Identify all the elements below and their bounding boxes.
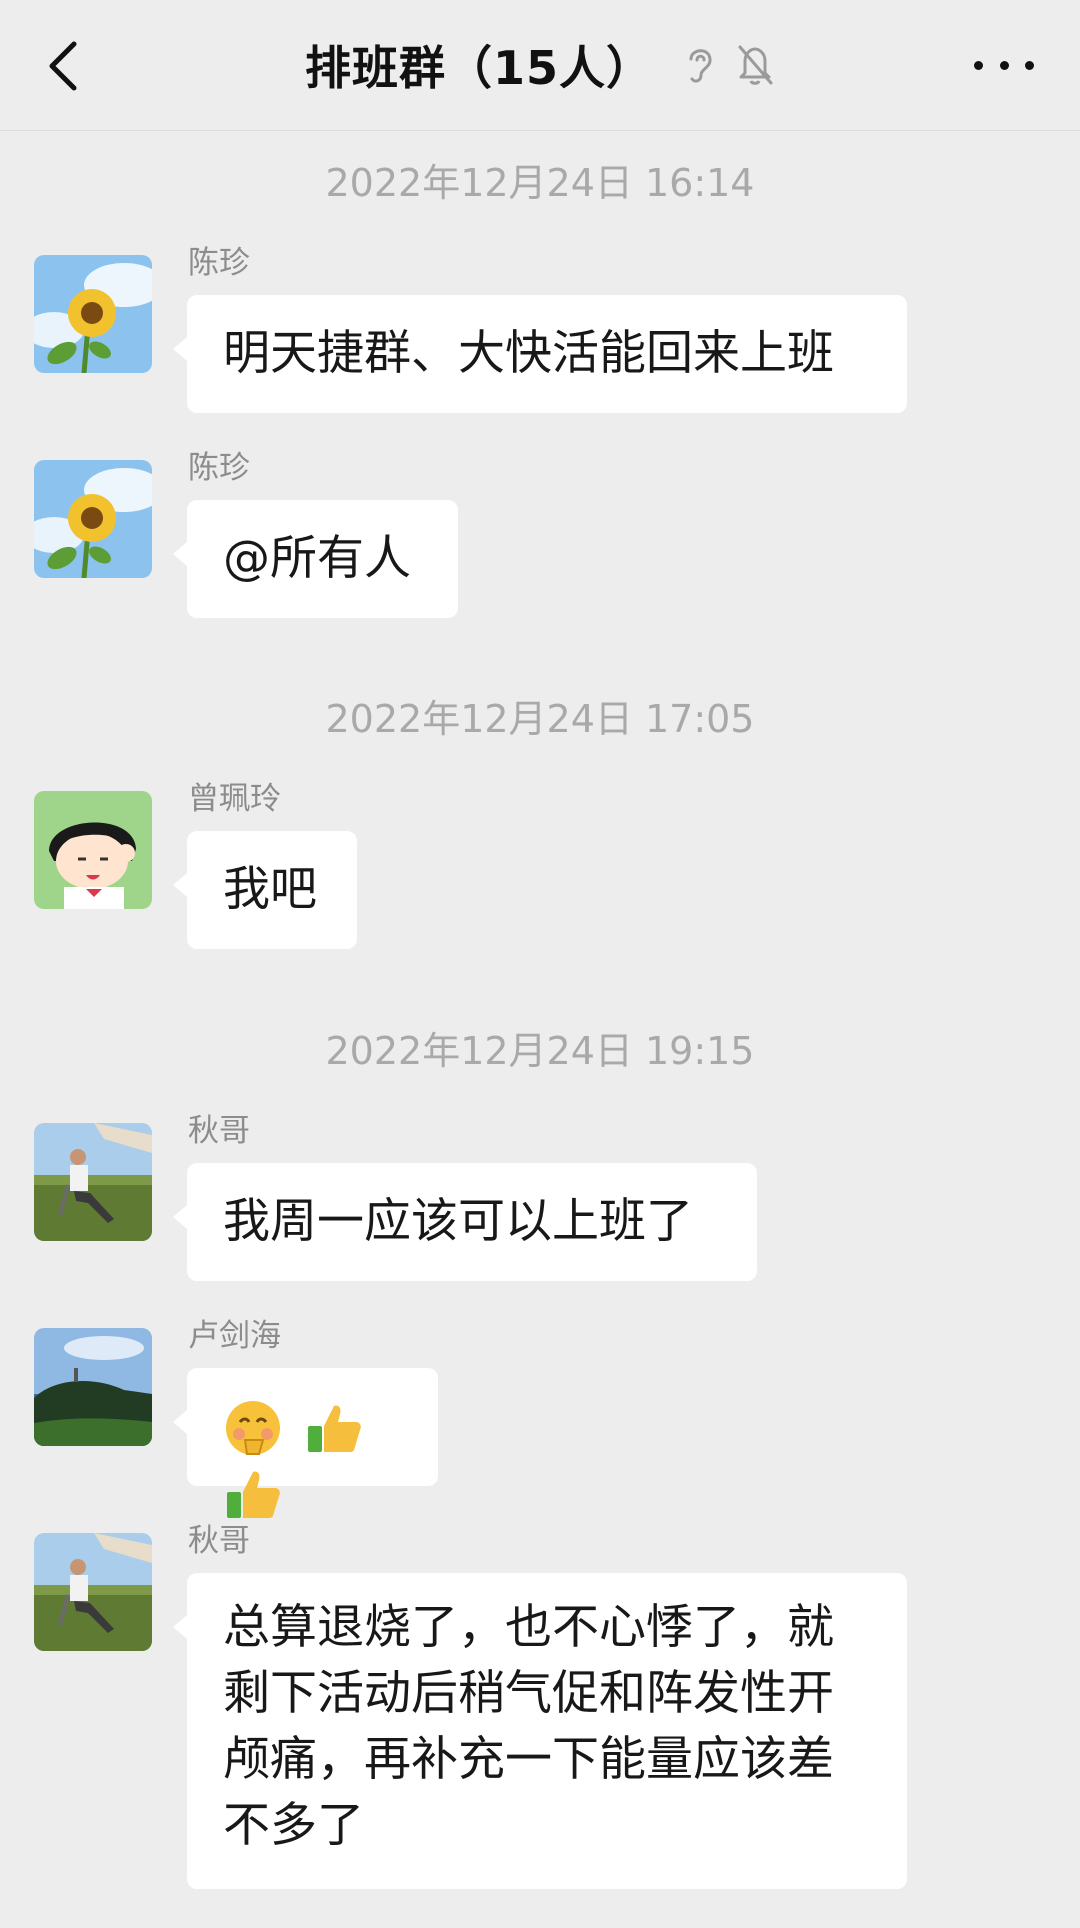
message-bubble[interactable]: @所有人: [173, 500, 458, 618]
sender-name: 秋哥: [188, 1523, 250, 1559]
message-bubble[interactable]: [173, 1368, 438, 1518]
message-bubble[interactable]: 我周一应该可以上班了: [173, 1163, 757, 1281]
chat-header: 排班群（15人）: [0, 0, 1080, 131]
sender-name: 卢剑海: [188, 1318, 281, 1354]
avatar[interactable]: [34, 1328, 152, 1446]
avatar[interactable]: [34, 460, 152, 578]
timestamp: 2022年12月24日 17:05: [325, 697, 755, 741]
timestamp: 2022年12月24日 16:14: [325, 161, 755, 205]
thumbs-up-icon: [227, 1470, 280, 1518]
sender-name: 陈珍: [188, 450, 250, 486]
message-bubble[interactable]: 我吧: [173, 831, 357, 949]
timestamp: 2022年12月24日 19:15: [325, 1029, 755, 1073]
dot: [974, 60, 983, 70]
thumbs-up-icon: [307, 1404, 361, 1452]
avatar[interactable]: [34, 791, 152, 909]
chat-title: 排班群（15人）: [304, 41, 653, 95]
dot: [1025, 60, 1034, 70]
avatar[interactable]: [34, 1123, 152, 1241]
message-bubble[interactable]: 明天捷群、大快活能回来上班: [173, 295, 907, 413]
avatar[interactable]: [34, 255, 152, 373]
more-options-button[interactable]: [974, 50, 1034, 80]
ear-icon: [689, 49, 712, 83]
avatar[interactable]: [34, 1533, 152, 1651]
muted-bell-icon: [738, 45, 773, 85]
sender-name: 陈珍: [188, 245, 250, 281]
sender-name: 秋哥: [188, 1113, 250, 1149]
message-bubble[interactable]: 总算退烧了，也不心悸了，就剩下活动后稍气促和阵发性开颅痛，再补充一下能量应该差不…: [173, 1573, 907, 1889]
shy-face-emoji-icon: [226, 1400, 280, 1455]
dot: [999, 60, 1009, 70]
sender-name: 曾珮玲: [188, 781, 281, 817]
